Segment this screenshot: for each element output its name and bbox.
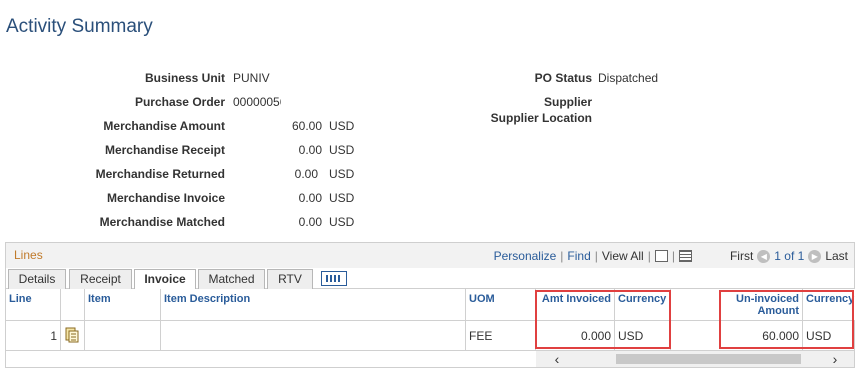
lines-grid: Lines Personalize | Find | View All | | …: [5, 242, 855, 368]
column-header-blank: [61, 289, 85, 321]
row-item-description: [161, 321, 466, 351]
merchandise-returned-value: 0.00: [294, 167, 318, 181]
tab-matched[interactable]: Matched: [198, 269, 265, 289]
separator: |: [560, 249, 564, 263]
business-unit-value: PUNIV: [233, 71, 270, 85]
scroll-left-icon[interactable]: ‹: [550, 351, 564, 367]
download-grid-icon[interactable]: [678, 250, 692, 262]
merchandise-returned-label: Merchandise Returned: [95, 167, 225, 181]
purchase-order-value: 00000056: [233, 95, 281, 109]
merchandise-invoice-value: 0.00: [298, 191, 322, 205]
personalize-link[interactable]: Personalize: [494, 249, 557, 263]
merchandise-matched-currency: USD: [329, 215, 355, 229]
supplier-label: Supplier: [543, 95, 592, 109]
column-header-uom[interactable]: UOM: [466, 289, 536, 321]
previous-icon[interactable]: ◀: [757, 249, 771, 263]
grid-header: Lines Personalize | Find | View All | | …: [6, 243, 854, 268]
supplier-location-label: Supplier Location: [490, 111, 592, 125]
find-link[interactable]: Find: [567, 249, 590, 263]
po-status-value: Dispatched: [598, 71, 659, 85]
merchandise-returned-currency: USD: [329, 167, 355, 181]
merchandise-matched-label: Merchandise Matched: [99, 215, 225, 229]
merchandise-amount-currency: USD: [329, 119, 355, 133]
merchandise-receipt-value: 0.00: [298, 143, 322, 157]
purchase-order-label: Purchase Order: [134, 95, 225, 109]
zoom-icon[interactable]: [654, 250, 668, 262]
tab-details[interactable]: Details: [8, 269, 66, 289]
last-label: Last: [825, 249, 848, 263]
merchandise-invoice-label: Merchandise Invoice: [106, 191, 225, 205]
tab-invoice[interactable]: Invoice: [134, 269, 196, 290]
column-header-item-description[interactable]: Item Description: [161, 289, 466, 321]
merchandise-invoice-currency: USD: [329, 191, 355, 205]
column-header-item[interactable]: Item: [85, 289, 161, 321]
row-spacer: [671, 321, 721, 351]
merchandise-matched-value: 0.00: [298, 215, 322, 229]
row-uom: FEE: [466, 321, 536, 351]
range-text: 1 of 1: [774, 249, 805, 263]
merchandise-receipt-currency: USD: [329, 143, 355, 157]
column-header-line[interactable]: Line: [6, 289, 61, 321]
separator: |: [594, 249, 598, 263]
separator: |: [671, 249, 675, 263]
next-icon[interactable]: ▶: [808, 249, 822, 263]
scroll-right-icon[interactable]: ›: [828, 351, 842, 367]
first-label: First: [729, 249, 754, 263]
tab-receipt[interactable]: Receipt: [69, 269, 132, 289]
document-detail-icon[interactable]: [65, 327, 79, 343]
merchandise-amount-value: 60.00: [291, 119, 322, 133]
highlight-box-invoiced: [535, 290, 671, 349]
page-title: Activity Summary: [6, 16, 153, 37]
row-line: 1: [6, 321, 61, 351]
merchandise-receipt-label: Merchandise Receipt: [104, 143, 225, 157]
view-all-link[interactable]: View All: [602, 249, 644, 263]
grid-toolbar: Personalize | Find | View All | | First …: [494, 249, 848, 263]
highlight-box-uninvoiced: [719, 290, 854, 349]
scroll-thumb[interactable]: [616, 354, 801, 364]
merchandise-amount-label: Merchandise Amount: [103, 119, 225, 133]
grid-tabs: Details Receipt Invoice Matched RTV: [6, 268, 854, 290]
row-item: [85, 321, 161, 351]
column-header-spacer: [671, 289, 721, 321]
business-unit-label: Business Unit: [144, 71, 225, 85]
show-all-columns-icon[interactable]: [321, 271, 347, 286]
horizontal-scrollbar[interactable]: ‹ ›: [536, 351, 854, 367]
separator: |: [647, 249, 651, 263]
po-status-label: PO Status: [534, 71, 592, 85]
tab-rtv[interactable]: RTV: [267, 269, 313, 289]
grid-title: Lines: [14, 248, 43, 262]
